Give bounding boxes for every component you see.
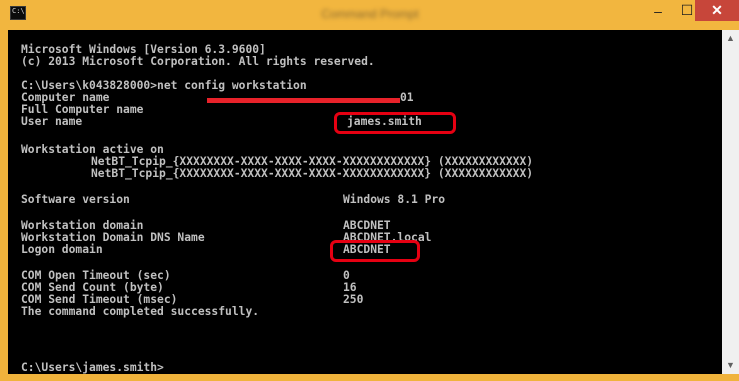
console-app-icon[interactable]: C:\ — [10, 6, 26, 20]
command-prompt-window: C:\ Command Prompt – ☐ ✕ Microsoft Windo… — [0, 0, 739, 381]
com-send-timeout-value: 250 — [343, 293, 364, 306]
user-name-highlight — [334, 112, 456, 134]
title-bar[interactable]: C:\ Command Prompt – ☐ ✕ — [0, 0, 739, 30]
minimize-button[interactable]: – — [644, 0, 672, 21]
netbt-entry-2: NetBT_Tcpip_{XXXXXXXX-XXXX-XXXX-XXXX-XXX… — [91, 167, 534, 180]
redaction-bar — [207, 98, 400, 103]
close-button[interactable]: ✕ — [695, 0, 739, 21]
software-version-value: Windows 8.1 Pro — [343, 193, 446, 206]
software-version-label: Software version — [21, 193, 130, 206]
window-title: Command Prompt — [321, 7, 419, 21]
logon-domain-label: Logon domain — [21, 243, 103, 256]
current-prompt-line[interactable]: C:\Users\james.smith> — [21, 362, 164, 374]
computer-name-value: 01 — [400, 91, 414, 104]
window-bottom-border — [0, 374, 739, 381]
app-icon-label: C:\ — [12, 7, 25, 15]
scroll-up-arrow-icon[interactable]: ▲ — [722, 30, 739, 47]
logon-domain-highlight — [330, 240, 420, 262]
vertical-scrollbar[interactable]: ▲ ▼ — [722, 30, 739, 374]
scroll-down-arrow-icon[interactable]: ▼ — [722, 357, 739, 374]
user-name-label: User name — [21, 115, 83, 128]
completion-message: The command completed successfully. — [21, 305, 260, 318]
console-output[interactable]: Microsoft Windows [Version 6.3.9600] (c)… — [8, 30, 722, 374]
copyright-line: (c) 2013 Microsoft Corporation. All righ… — [21, 55, 375, 68]
